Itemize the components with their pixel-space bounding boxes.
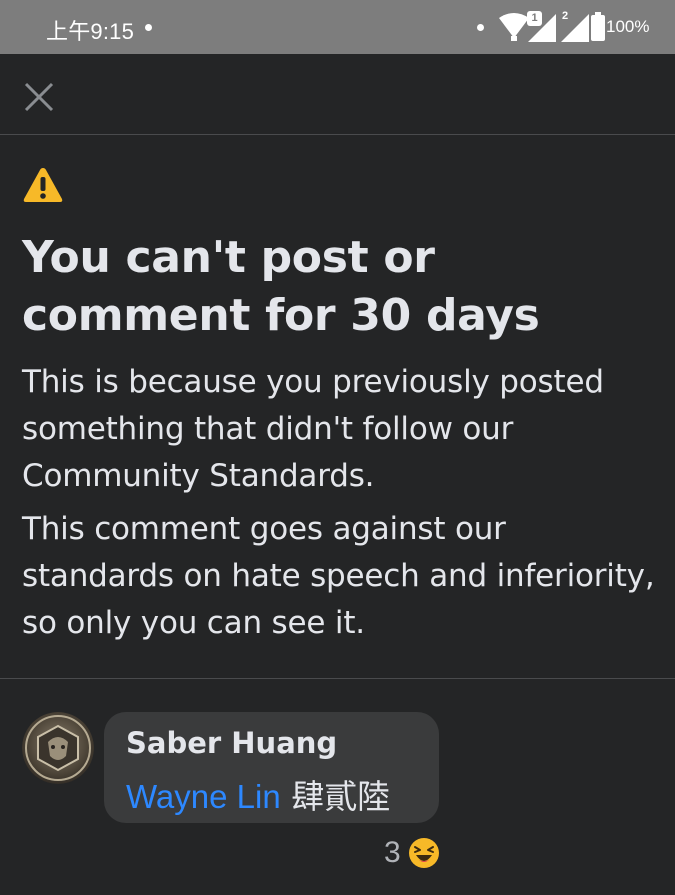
avatar[interactable] <box>22 712 94 784</box>
haha-emoji-icon <box>409 838 439 868</box>
notification-dot <box>145 24 152 31</box>
status-time: 上午9:15 <box>46 19 135 44</box>
battery-icon <box>591 12 605 41</box>
battery-percent: 100% <box>606 17 650 36</box>
top-bar <box>0 54 675 134</box>
notification-dot-right <box>477 24 484 31</box>
reaction-count: 3 <box>384 836 401 869</box>
comment-bubble[interactable]: Saber Huang Wayne Lin 肆貳陸 <box>104 712 439 823</box>
notice-detail: This comment goes against our standards … <box>22 511 655 641</box>
close-button[interactable] <box>18 76 60 118</box>
signal-icon-2 <box>561 14 589 42</box>
signal-icon <box>528 14 556 42</box>
divider-bottom <box>0 678 675 679</box>
comment-author[interactable]: Saber Huang <box>126 726 337 760</box>
comment-text-line: Wayne Lin 肆貳陸 <box>126 770 390 818</box>
notice-title: You can't post or comment for 30 days <box>22 232 540 341</box>
avatar-image <box>22 712 94 784</box>
warning-icon <box>23 168 63 202</box>
wifi-icon <box>499 13 529 41</box>
divider-top <box>0 134 675 135</box>
close-icon <box>24 82 54 112</box>
mention-link[interactable]: Wayne Lin <box>126 778 281 815</box>
comment-text: 肆貳陸 <box>291 777 391 816</box>
notice-reason: This is because you previously posted so… <box>22 364 604 494</box>
status-bar: 上午9:15 1 2 100% <box>0 0 675 54</box>
